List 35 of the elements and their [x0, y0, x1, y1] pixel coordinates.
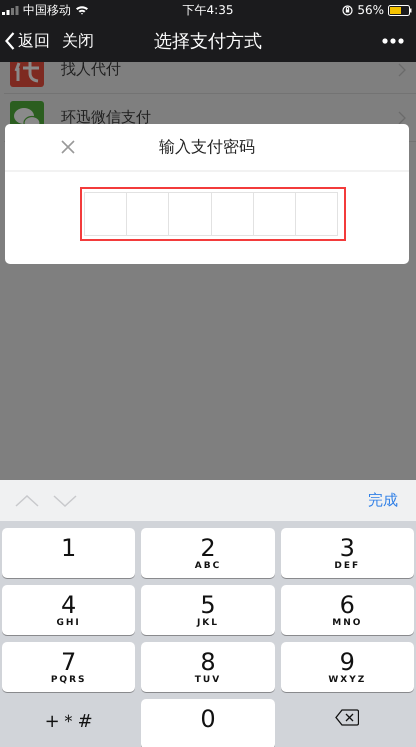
previous-field-icon[interactable] — [15, 494, 39, 506]
close-icon — [61, 140, 75, 154]
keypad-key[interactable]: 8 TUV — [141, 642, 275, 692]
carrier-name: 中国移动 — [23, 2, 71, 18]
rotation-lock-icon — [342, 4, 354, 16]
payment-method-name: 找人代付 — [61, 62, 122, 79]
keypad-key[interactable]: 0 — [141, 699, 275, 747]
battery-percent: 56% — [357, 3, 384, 17]
clock-time: 下午4:35 — [182, 2, 234, 18]
chevron-right-icon — [398, 110, 406, 124]
page-title: 选择支付方式 — [154, 30, 262, 53]
more-icon — [382, 38, 404, 44]
password-input-field[interactable] — [80, 187, 346, 241]
symbols-key[interactable]: +＊# — [2, 699, 136, 747]
battery-icon — [388, 4, 412, 16]
done-button[interactable]: 完成 — [368, 491, 398, 510]
keypad-key[interactable]: 9 WXYZ — [280, 642, 414, 692]
payment-method-name: 环迅微信支付 — [61, 108, 152, 127]
back-chevron-icon — [5, 32, 15, 50]
keypad-key[interactable]: 2 ABC — [141, 528, 275, 578]
keypad-key[interactable]: 5 JKL — [141, 585, 275, 635]
keypad-key[interactable]: 1 — [2, 528, 136, 578]
keypad-key[interactable]: 3 DEF — [280, 528, 414, 578]
keypad-key[interactable]: 7 PQRS — [2, 642, 136, 692]
close-button[interactable] — [61, 140, 75, 154]
backspace-icon — [335, 709, 360, 726]
payment-method-row[interactable]: 找人代付 — [4, 62, 416, 93]
chevron-right-icon — [398, 62, 406, 76]
wifi-icon — [75, 5, 89, 15]
keypad-key[interactable]: 4 GHI — [2, 585, 136, 635]
next-field-icon[interactable] — [53, 494, 77, 506]
keypad-key[interactable]: 6 MNO — [280, 585, 414, 635]
close-link[interactable]: 关闭 — [62, 30, 94, 52]
back-button[interactable]: 返回 — [5, 30, 50, 52]
signal-icon — [2, 6, 19, 14]
